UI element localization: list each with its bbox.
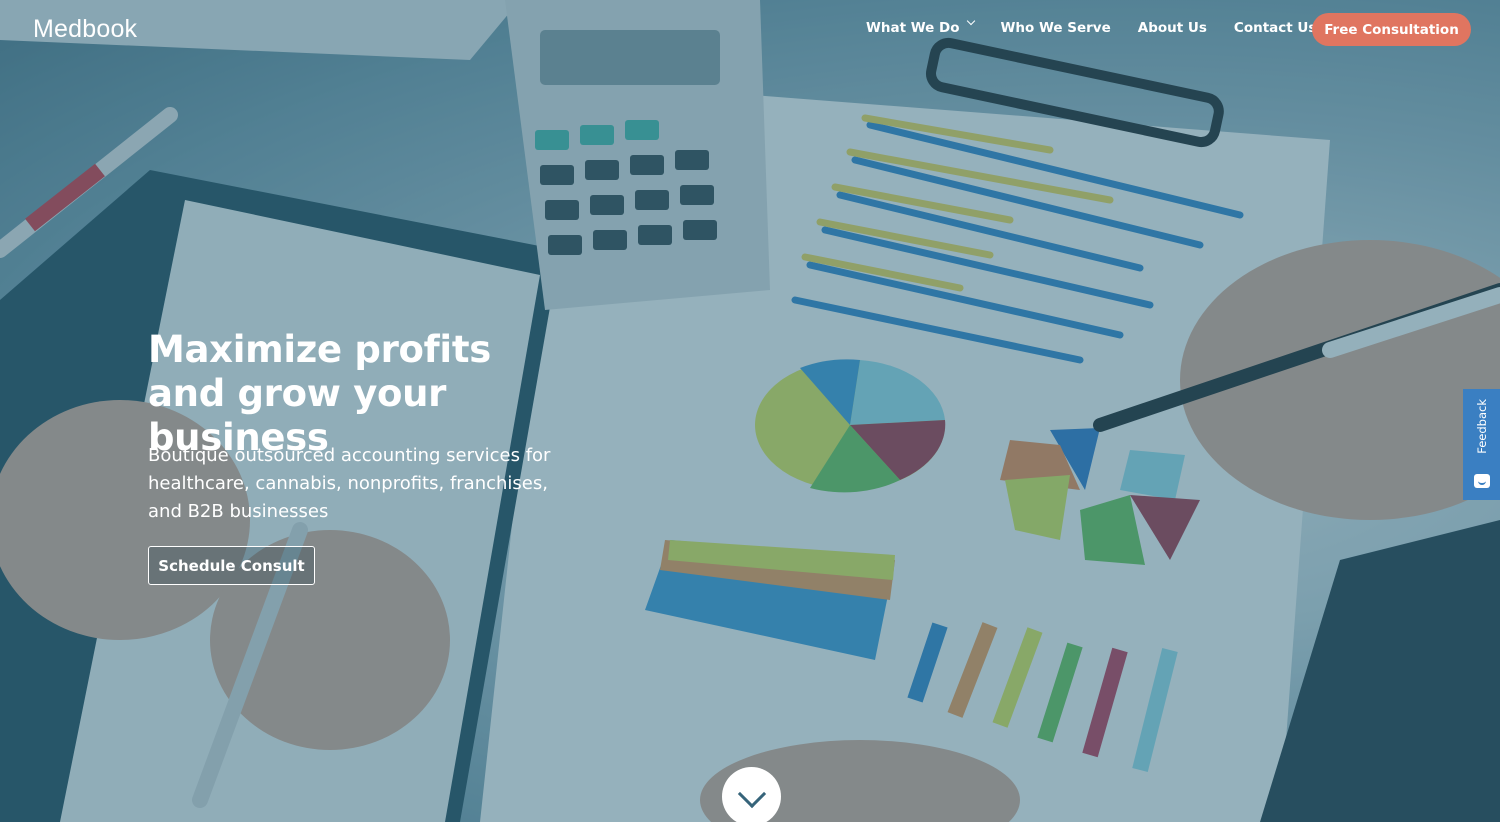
free-consultation-button[interactable]: Free Consultation (1312, 13, 1471, 46)
chevron-down-icon (737, 779, 766, 808)
main-nav: What We Do Who We Serve About Us Contact… (866, 16, 1343, 36)
scroll-down-button[interactable] (722, 767, 781, 822)
nav-what-we-do-label: What We Do (866, 20, 960, 36)
feedback-label: Feedback (1474, 399, 1489, 454)
hero-headline: Maximize profits and grow your business (148, 328, 491, 459)
schedule-consult-button[interactable]: Schedule Consult (148, 546, 315, 585)
nav-about-us[interactable]: About Us (1138, 20, 1207, 36)
feedback-tab[interactable]: Feedback (1463, 389, 1500, 500)
nav-who-we-serve[interactable]: Who We Serve (1001, 20, 1111, 36)
hero-subtext: Boutique outsourced accounting services … (148, 445, 551, 522)
medbook-logo[interactable]: Medbook (33, 15, 137, 44)
nav-contact-us[interactable]: Contact Us (1234, 20, 1317, 36)
hero-section: Medbook What We Do Who We Serve About Us… (0, 0, 1500, 822)
nav-what-we-do[interactable]: What We Do (866, 16, 975, 36)
chat-smile-icon (1473, 474, 1490, 488)
